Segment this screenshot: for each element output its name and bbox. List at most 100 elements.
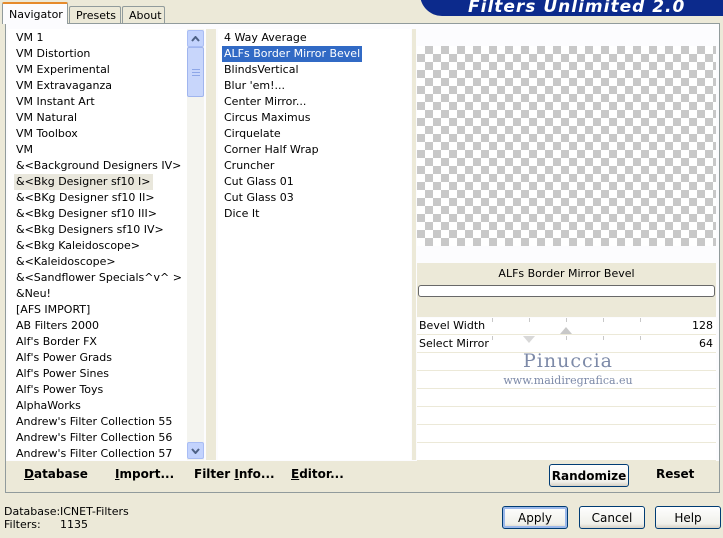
filter-info-area: ALFs Border Mirror Bevel bbox=[417, 263, 716, 317]
selected-filter-name: ALFs Border Mirror Bevel bbox=[498, 267, 635, 280]
list-item[interactable]: Cirquelate bbox=[222, 126, 283, 142]
database-button[interactable]: Database bbox=[24, 467, 88, 481]
list-item[interactable]: ALFs Border Mirror Bevel bbox=[222, 46, 363, 62]
scroll-down-button[interactable] bbox=[187, 442, 204, 459]
bottom-toolbar: Database Import... Filter Info... Editor… bbox=[6, 461, 719, 492]
list-item[interactable]: Alf's Power Sines bbox=[14, 366, 111, 382]
status-filters: Filters: 1135 bbox=[4, 518, 88, 531]
status-label: Filters: bbox=[4, 518, 41, 531]
list-item[interactable]: Cut Glass 03 bbox=[222, 190, 296, 206]
list-item[interactable]: AB Filters 2000 bbox=[14, 318, 101, 334]
status-label: Database: bbox=[4, 505, 61, 518]
list-item[interactable]: &<Bkg Designer sf10 III> bbox=[14, 206, 159, 222]
import-button[interactable]: Import... bbox=[115, 467, 174, 481]
button-label: mport... bbox=[119, 467, 175, 481]
list-item[interactable]: &<Bkg Kaleidoscope> bbox=[14, 238, 142, 254]
status-database: Database: ICNET-Filters bbox=[4, 505, 129, 518]
banner-title: Filters Unlimited 2.0 bbox=[468, 0, 686, 16]
scroll-thumb[interactable] bbox=[187, 47, 204, 97]
slider-tick bbox=[603, 318, 604, 322]
scroll-up-button[interactable] bbox=[187, 30, 204, 47]
param-row bbox=[417, 372, 716, 389]
list-item[interactable]: &<Bkg Designer sf10 I> bbox=[14, 174, 153, 190]
list-item[interactable]: &<Background Designers IV> bbox=[14, 158, 183, 174]
list-item[interactable]: &Neu! bbox=[14, 286, 53, 302]
chevron-up-icon bbox=[191, 35, 200, 42]
list-item[interactable]: Blur 'em!... bbox=[222, 78, 287, 94]
slider-thumb[interactable] bbox=[560, 327, 572, 334]
list-item[interactable]: Alf's Power Toys bbox=[14, 382, 105, 398]
tab-about[interactable]: About bbox=[122, 6, 165, 24]
category-scrollbar[interactable] bbox=[187, 29, 204, 460]
list-item[interactable]: &<Sandflower Specials^v^ > bbox=[14, 270, 184, 286]
list-item[interactable]: VM bbox=[14, 142, 35, 158]
grip-line bbox=[192, 72, 200, 73]
param-row bbox=[417, 426, 716, 443]
list-item[interactable]: AlphaWorks bbox=[14, 398, 83, 414]
list-item[interactable]: 4 Way Average bbox=[222, 30, 309, 46]
list-item[interactable]: VM Natural bbox=[14, 110, 79, 126]
slider-tick bbox=[640, 336, 641, 340]
list-item[interactable]: &<BKg Designer sf10 II> bbox=[14, 190, 157, 206]
list-item[interactable]: &<Bkg Designers sf10 IV> bbox=[14, 222, 166, 238]
slider-tick bbox=[566, 318, 567, 322]
list-item[interactable]: &<Kaleidoscope> bbox=[14, 254, 118, 270]
randomize-button[interactable]: Randomize bbox=[549, 464, 629, 487]
help-button[interactable]: Help bbox=[655, 506, 721, 529]
slider-thumb[interactable] bbox=[523, 336, 535, 343]
param-label: Select Mirror bbox=[419, 337, 489, 350]
filter-info-button[interactable]: Filter Info... bbox=[194, 467, 275, 481]
button-label: nfo... bbox=[238, 467, 275, 481]
param-row[interactable]: Bevel Width 128 bbox=[417, 318, 716, 335]
tab-presets[interactable]: Presets bbox=[69, 6, 121, 24]
list-item[interactable]: VM 1 bbox=[14, 30, 46, 46]
cancel-button[interactable]: Cancel bbox=[579, 506, 645, 529]
list-item[interactable]: Cruncher bbox=[222, 158, 276, 174]
tab-navigator[interactable]: Navigator bbox=[2, 2, 68, 24]
apply-button[interactable]: Apply bbox=[502, 506, 568, 529]
param-value: 64 bbox=[699, 337, 713, 350]
list-item[interactable]: Alf's Power Grads bbox=[14, 350, 114, 366]
status-value: 1135 bbox=[60, 518, 88, 531]
list-item[interactable]: VM Experimental bbox=[14, 62, 112, 78]
list-item[interactable]: Circus Maximus bbox=[222, 110, 312, 126]
param-slider[interactable] bbox=[492, 336, 642, 353]
editor-button[interactable]: Editor... bbox=[291, 467, 344, 481]
list-item[interactable]: Andrew's Filter Collection 56 bbox=[14, 430, 174, 446]
filter-list[interactable]: 4 Way Average ALFs Border Mirror Bevel Bli… bbox=[218, 29, 411, 460]
list-item[interactable]: Dice It bbox=[222, 206, 261, 222]
slider-tick bbox=[640, 318, 641, 322]
list-item[interactable]: Andrew's Filter Collection 57 bbox=[14, 446, 174, 460]
grip-line bbox=[192, 69, 200, 70]
list-item[interactable]: BlindsVertical bbox=[222, 62, 301, 78]
reset-button[interactable]: Reset bbox=[656, 467, 694, 481]
button-label: ditor... bbox=[299, 467, 344, 481]
list-item[interactable]: VM Toolbox bbox=[14, 126, 80, 142]
list-item[interactable]: VM Extravaganza bbox=[14, 78, 114, 94]
slider-tick bbox=[492, 336, 493, 340]
list-item[interactable]: VM Instant Art bbox=[14, 94, 97, 110]
list-item[interactable]: [AFS IMPORT] bbox=[14, 302, 92, 318]
accel-key: E bbox=[291, 467, 300, 481]
slider-tick bbox=[529, 318, 530, 322]
category-list[interactable]: VM 1 VM Distortion VM Experimental VM Extra… bbox=[8, 29, 204, 460]
list-item[interactable]: Alf's Border FX bbox=[14, 334, 99, 350]
list-item[interactable]: Corner Half Wrap bbox=[222, 142, 321, 158]
preview-canvas bbox=[417, 46, 716, 246]
accel-key: D bbox=[24, 467, 34, 481]
list-item[interactable]: VM Distortion bbox=[14, 46, 92, 62]
param-row bbox=[417, 444, 716, 461]
param-row[interactable]: Select Mirror 64 bbox=[417, 336, 716, 353]
column-divider bbox=[206, 29, 216, 460]
param-row bbox=[417, 354, 716, 371]
column-divider bbox=[412, 29, 416, 460]
list-item[interactable]: Andrew's Filter Collection 55 bbox=[14, 414, 174, 430]
list-item[interactable]: Center Mirror... bbox=[222, 94, 308, 110]
progress-bar bbox=[418, 285, 715, 297]
param-slider[interactable] bbox=[492, 318, 642, 335]
slider-tick bbox=[603, 336, 604, 340]
param-label: Bevel Width bbox=[419, 319, 486, 332]
parameter-panel: Bevel Width 128 Select Mirror 64 bbox=[417, 318, 716, 461]
param-row bbox=[417, 408, 716, 425]
list-item[interactable]: Cut Glass 01 bbox=[222, 174, 296, 190]
